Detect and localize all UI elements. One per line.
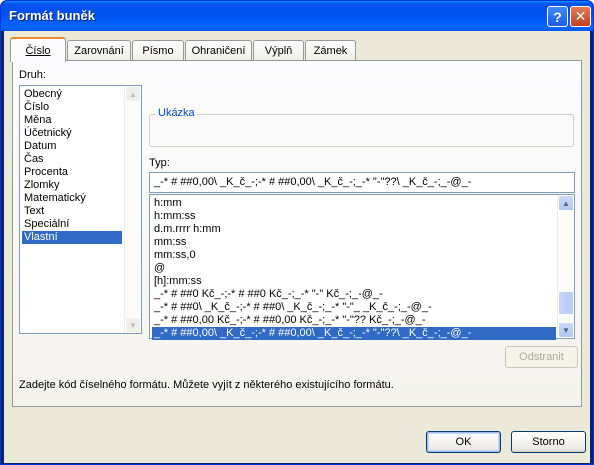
category-item[interactable]: Matematický [24,192,86,205]
tab-label: Písmo [142,44,174,57]
type-list[interactable]: h:mm h:mm:ss d.m.rrrr h:mm mm:ss mm:ss,0 @ [h]… [149,194,575,340]
type-label: Typ: [149,157,170,169]
tab-cislo[interactable]: Číslo [10,37,66,62]
category-item[interactable]: Procenta [24,166,68,179]
category-item[interactable]: Čas [24,153,44,166]
scroll-up-icon[interactable]: ▲ [125,86,141,102]
tab-label: Zarovnání [74,44,124,57]
tab-zarovnani[interactable]: Zarovnání [67,40,131,60]
type-item[interactable]: _-* # ##0,00 Kč_-;-* # ##0,00 Kč_-;_-* "… [154,314,426,327]
category-item[interactable]: Zlomky [24,179,59,192]
type-item[interactable]: _-* # ##0\ _K_č_-;-* # ##0\ _K_č_-;_-* "… [154,301,432,314]
help-icon[interactable]: ? [547,6,568,27]
tab-label: Číslo [25,44,51,57]
category-scrollbar[interactable]: ▲ ▼ [124,86,141,333]
delete-button[interactable]: Odstranit [505,346,578,368]
tab-label: Ohraničení [191,44,246,57]
tab-label: Výplň [264,44,293,57]
scroll-down-icon[interactable]: ▼ [125,317,141,333]
tab-ohraniceni[interactable]: Ohraničení [185,40,252,60]
format-cells-dialog: Formát buněk ? ✕ Číslo Zarovnání Písmo O… [0,0,594,465]
type-item[interactable]: mm:ss,0 [154,249,196,262]
category-item[interactable]: Vlastní [22,231,122,244]
type-item[interactable]: _-* # ##0,00\ _K_č_-;-* # ##0,00\ _K_č_-… [152,327,556,340]
ok-button[interactable]: OK [426,431,501,453]
category-label: Druh: [19,69,46,81]
category-item[interactable]: Datum [24,140,56,153]
type-item[interactable]: mm:ss [154,236,186,249]
type-input[interactable]: _-* # ##0,00\ _K_č_-;-* # ##0,00\ _K_č_-… [149,172,575,193]
scroll-thumb[interactable] [558,291,574,315]
type-item[interactable]: @ [154,262,165,275]
category-item[interactable]: Text [24,205,44,218]
title-bar[interactable]: Formát buněk ? ✕ [1,1,593,31]
category-item[interactable]: Měna [24,114,52,127]
category-item[interactable]: Speciální [24,218,69,231]
window-title: Formát buněk [9,8,95,23]
type-item[interactable]: h:mm [154,197,182,210]
type-item[interactable]: [h]:mm:ss [154,275,202,288]
scroll-up-icon[interactable]: ▲ [558,195,574,211]
category-list[interactable]: Obecný Číslo Měna Účetnický Datum Čas Procenta… [19,85,142,334]
tab-vypln[interactable]: Výplň [253,40,304,60]
category-item[interactable]: Účetnický [24,127,72,140]
tab-panel-cislo: Druh: Obecný Číslo Měna Účetnický Datum Čas Pr… [12,60,582,407]
help-text: Zadejte kód číselného formátu. Můžete vy… [19,379,394,391]
type-scrollbar[interactable]: ▲ ▼ [557,195,574,338]
cancel-button[interactable]: Storno [511,431,586,453]
type-item[interactable]: d.m.rrrr h:mm [154,223,221,236]
tab-label: Zámek [313,44,348,57]
sample-group: Ukázka [149,107,574,147]
type-item[interactable]: _-* # ##0 Kč_-;-* # ##0 Kč_-;_-* "-" Kč_… [154,288,383,301]
scroll-down-icon[interactable]: ▼ [558,322,574,338]
dialog-body: Číslo Zarovnání Písmo Ohraničení Výplň Z… [4,31,590,463]
category-item[interactable]: Číslo [24,101,49,114]
tab-pismo[interactable]: Písmo [132,40,184,60]
sample-legend: Ukázka [156,107,197,119]
type-item[interactable]: h:mm:ss [154,210,196,223]
category-item[interactable]: Obecný [24,88,62,101]
tab-zamek[interactable]: Zámek [305,40,356,60]
close-icon[interactable]: ✕ [570,6,591,27]
